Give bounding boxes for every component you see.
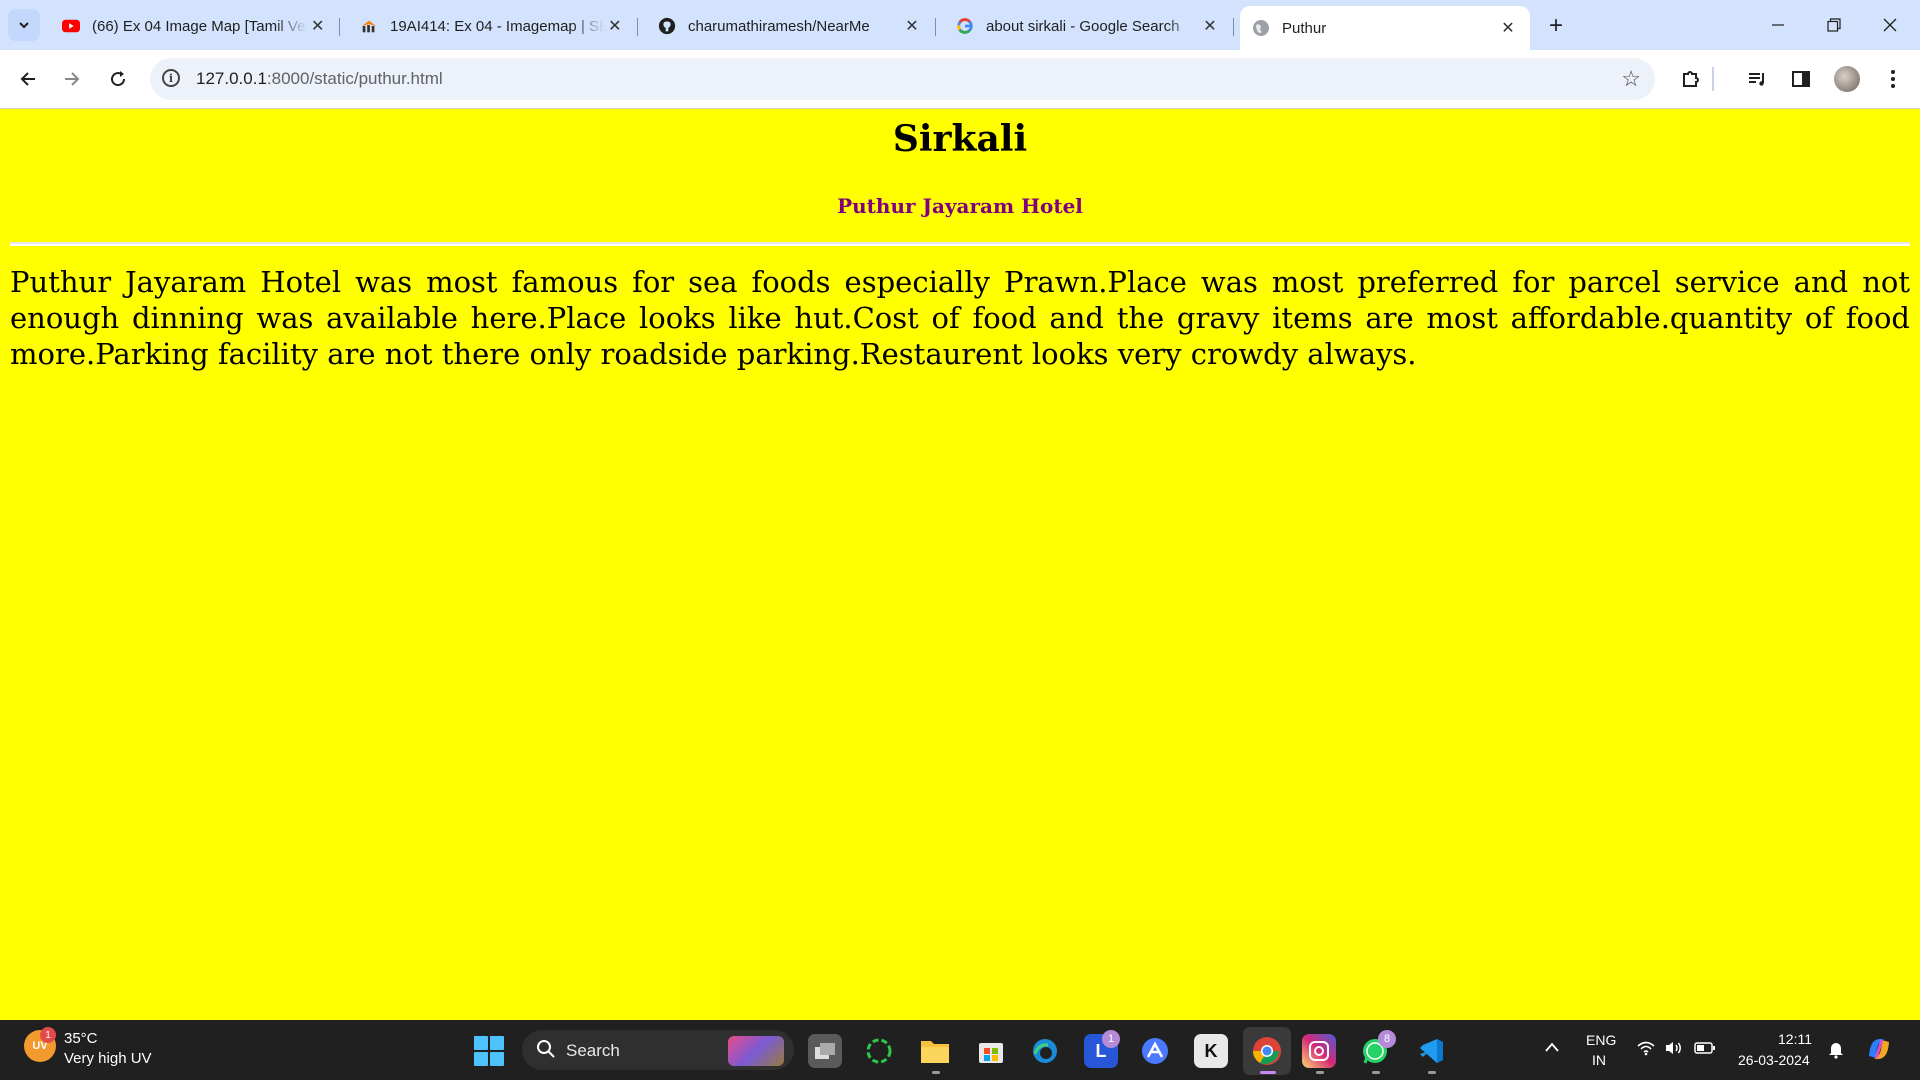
bookmark-star-icon[interactable]: ☆ <box>1621 66 1641 92</box>
divider <box>10 242 1910 246</box>
site-info-icon[interactable]: i <box>162 69 180 87</box>
reload-icon <box>111 71 126 87</box>
chrome-icon[interactable] <box>1243 1027 1291 1075</box>
copilot-icon[interactable] <box>1864 1034 1894 1068</box>
arrow-right-icon <box>65 72 80 86</box>
tab-youtube[interactable]: (66) Ex 04 Image Map [Tamil Version] ✕ <box>50 9 340 43</box>
puzzle-icon <box>1683 71 1699 87</box>
close-tab-icon[interactable]: ✕ <box>604 14 626 38</box>
minimize-button[interactable] <box>1750 0 1806 50</box>
clock-date[interactable]: 26-03-2024 <box>1738 1052 1810 1068</box>
address-bar[interactable]: i 127.0.0.1:8000/static/puthur.html ☆ <box>150 58 1655 100</box>
instagram-icon[interactable] <box>1302 1034 1336 1068</box>
tab-github[interactable]: charumathiramesh/NearMe ✕ <box>646 9 936 43</box>
weather-temperature[interactable]: 35°C <box>64 1030 98 1047</box>
reload-button[interactable] <box>102 63 134 95</box>
hotel-description: Puthur Jayaram Hotel was most famous for… <box>10 265 1910 371</box>
browser-toolbar: i 127.0.0.1:8000/static/puthur.html ☆ <box>0 50 1920 109</box>
back-button[interactable] <box>12 63 44 95</box>
new-tab-button[interactable]: + <box>1542 12 1570 40</box>
chevron-down-icon <box>19 22 29 29</box>
more-vertical-icon <box>1891 70 1895 88</box>
close-window-button[interactable] <box>1862 0 1918 50</box>
running-indicator <box>1372 1071 1380 1074</box>
lens-badge: 1 <box>1102 1030 1120 1048</box>
windows-start-icon[interactable] <box>474 1036 504 1066</box>
wifi-icon[interactable] <box>1636 1040 1656 1060</box>
refresh-app-icon[interactable] <box>862 1034 896 1068</box>
running-indicator <box>932 1071 940 1074</box>
tab-title: Puthur <box>1282 19 1327 37</box>
search-label: Search <box>566 1041 620 1060</box>
taskbar <box>0 1020 1920 1080</box>
extensions-button[interactable] <box>1676 64 1706 94</box>
close-tab-icon[interactable]: ✕ <box>900 14 924 38</box>
search-icon <box>536 1039 556 1065</box>
google-icon <box>956 17 974 35</box>
tab-google[interactable]: about sirkali - Google Search ✕ <box>944 9 1234 43</box>
side-panel-icon <box>1792 71 1810 87</box>
battery-icon[interactable] <box>1694 1041 1716 1059</box>
youtube-icon <box>62 17 80 35</box>
page-title: Sirkali <box>892 118 1028 160</box>
language-top[interactable]: ENG <box>1586 1032 1616 1048</box>
edge-browser-icon[interactable] <box>1028 1034 1062 1068</box>
restore-button[interactable] <box>1806 0 1862 50</box>
running-indicator <box>1316 1071 1324 1074</box>
arc-app-icon[interactable] <box>1138 1034 1172 1068</box>
tab-moodle[interactable]: 19AI414: Ex 04 - Imagemap | SEC ✕ <box>348 9 638 43</box>
xmind-app-icon[interactable]: K <box>1194 1034 1228 1068</box>
media-control-button[interactable] <box>1742 64 1772 94</box>
clock-time[interactable]: 12:11 <box>1778 1031 1812 1047</box>
arrow-left-icon <box>20 72 35 86</box>
github-icon <box>658 17 676 35</box>
microsoft-store-icon[interactable] <box>974 1034 1008 1068</box>
chevron-up-icon[interactable] <box>1544 1040 1560 1057</box>
close-tab-icon[interactable]: ✕ <box>1496 16 1520 40</box>
volume-icon[interactable] <box>1664 1040 1684 1060</box>
media-queue-icon <box>1749 73 1764 86</box>
tab-title: charumathiramesh/NearMe <box>688 17 870 35</box>
side-panel-button[interactable] <box>1786 64 1816 94</box>
close-icon <box>1883 18 1897 32</box>
language-bottom[interactable]: IN <box>1592 1052 1606 1068</box>
minimize-icon <box>1772 24 1784 26</box>
running-indicator <box>1428 1071 1436 1074</box>
profile-avatar[interactable] <box>1834 66 1860 92</box>
tab-title: 19AI414: Ex 04 - Imagemap | SEC <box>390 17 604 35</box>
forward-button[interactable] <box>56 63 88 95</box>
task-view-icon[interactable] <box>808 1034 842 1068</box>
tab-search-button[interactable] <box>8 9 40 41</box>
url-path: :8000/static/puthur.html <box>266 69 443 88</box>
active-indicator <box>1260 1071 1276 1074</box>
url-text[interactable]: 127.0.0.1:8000/static/puthur.html <box>196 69 443 89</box>
weather-description[interactable]: Very high UV <box>64 1050 152 1067</box>
toolbar-divider <box>1712 67 1714 91</box>
notification-bell-icon[interactable] <box>1826 1039 1846 1063</box>
tab-strip: (66) Ex 04 Image Map [Tamil Version] ✕ 1… <box>0 0 1920 50</box>
tab-puthur[interactable]: Puthur ✕ <box>1240 6 1530 50</box>
whatsapp-badge: 8 <box>1378 1030 1396 1048</box>
page-subtitle: Puthur Jayaram Hotel <box>837 194 1083 218</box>
moodle-icon <box>360 17 378 35</box>
tab-title: (66) Ex 04 Image Map [Tamil Version] <box>92 17 307 35</box>
tab-title: about sirkali - Google Search <box>986 17 1180 35</box>
close-tab-icon[interactable]: ✕ <box>1198 14 1222 38</box>
weather-badge: 1 <box>40 1027 56 1043</box>
file-explorer-icon[interactable] <box>918 1034 952 1068</box>
browser-menu-button[interactable] <box>1878 64 1908 94</box>
close-tab-icon[interactable]: ✕ <box>307 14 328 38</box>
restore-icon <box>1827 18 1841 32</box>
globe-icon <box>1252 19 1270 37</box>
search-highlight-image <box>728 1036 784 1066</box>
url-host: 127.0.0.1 <box>196 69 267 88</box>
taskbar-search[interactable]: Search <box>522 1030 794 1070</box>
vscode-icon[interactable] <box>1414 1034 1448 1068</box>
